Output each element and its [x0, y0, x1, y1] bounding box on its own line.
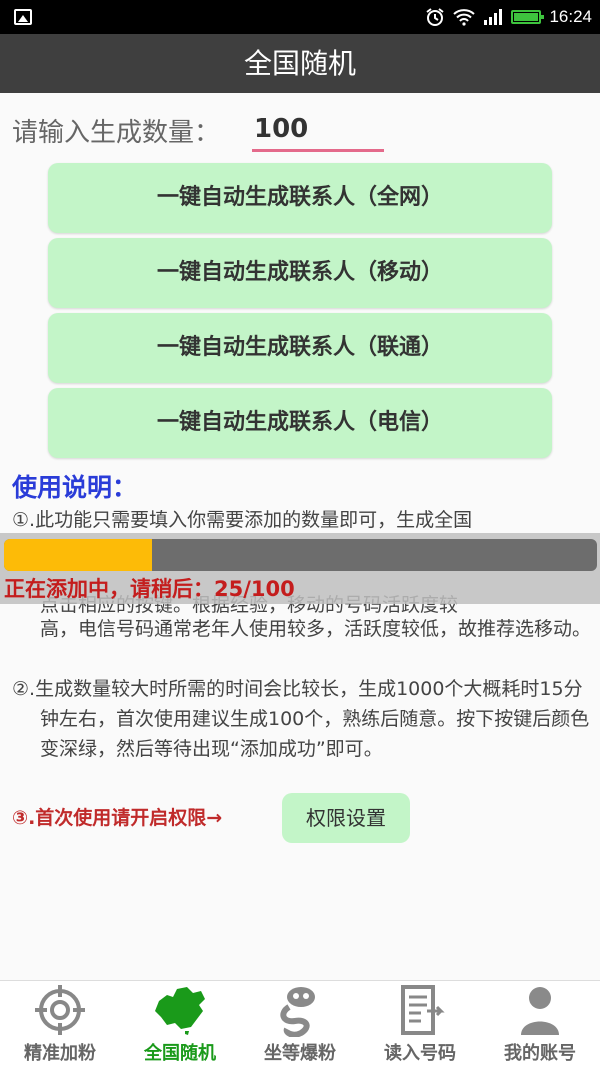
target-icon: [35, 985, 85, 1035]
nav-label: 精准加粉: [24, 1043, 96, 1064]
page-title: 全国随机: [0, 34, 600, 93]
import-document-icon: [401, 985, 445, 1035]
alarm-icon: [426, 8, 445, 26]
battery-icon: [511, 10, 545, 24]
nav-item-import-numbers[interactable]: 读入号码: [360, 981, 480, 1067]
instructions-title: 使用说明：: [12, 473, 138, 502]
instruction-item-1-rest: 高，电信号码通常老年人使用较多，活跃度较低，故推荐选移动。: [40, 618, 592, 640]
nav-label: 读入号码: [384, 1043, 456, 1064]
quantity-row: 请输入生成数量：: [12, 108, 592, 156]
mascot-icon: [280, 987, 315, 1037]
nav-label: 全国随机: [144, 1043, 216, 1064]
image-notification-icon: [14, 9, 32, 25]
instruction-item-1-top: ①.此功能只需要填入你需要添加的数量即可，生成全国: [12, 509, 473, 531]
generate-all-networks-button[interactable]: 一键自动生成联系人（全网）: [48, 163, 552, 233]
nav-item-my-account[interactable]: 我的账号: [480, 981, 600, 1067]
status-icons: 16:24: [425, 6, 592, 28]
china-map-icon: [155, 987, 205, 1035]
nav-label: 我的账号: [504, 1043, 576, 1064]
progress-overlay: 正在添加中，请稍后：25/100: [0, 533, 600, 604]
nav-label: 坐等爆粉: [264, 1043, 336, 1064]
status-bar: 16:24: [0, 0, 600, 34]
progress-status-text: 正在添加中，请稍后：25/100: [4, 577, 295, 601]
permission-hint: ③.首次使用请开启权限→: [12, 807, 223, 829]
progress-bar: [4, 539, 597, 571]
wifi-icon: [453, 9, 476, 26]
signal-icon: [484, 9, 503, 25]
progress-fill: [4, 539, 153, 571]
bottom-nav: 精准加粉 全国随机 坐等爆粉 读入号码 我的账号: [0, 980, 600, 1067]
nav-item-precise[interactable]: 精准加粉: [0, 981, 120, 1067]
instruction-item-2: ②.生成数量较大时所需的时间会比较长，生成1000个大概耗时15分钟左右，首次使…: [12, 678, 590, 760]
quantity-label: 请输入生成数量：: [12, 118, 221, 148]
user-icon: [521, 987, 559, 1035]
generate-telecom-button[interactable]: 一键自动生成联系人（电信）: [48, 388, 552, 458]
clock: 16:24: [549, 7, 592, 26]
generate-mobile-button[interactable]: 一键自动生成联系人（移动）: [48, 238, 552, 308]
quantity-input[interactable]: [252, 108, 384, 152]
permission-settings-button[interactable]: 权限设置: [282, 793, 410, 843]
generate-unicom-button[interactable]: 一键自动生成联系人（联通）: [48, 313, 552, 383]
nav-item-wait-fans[interactable]: 坐等爆粉: [240, 981, 360, 1067]
nav-item-national-random[interactable]: 全国随机: [120, 981, 240, 1067]
